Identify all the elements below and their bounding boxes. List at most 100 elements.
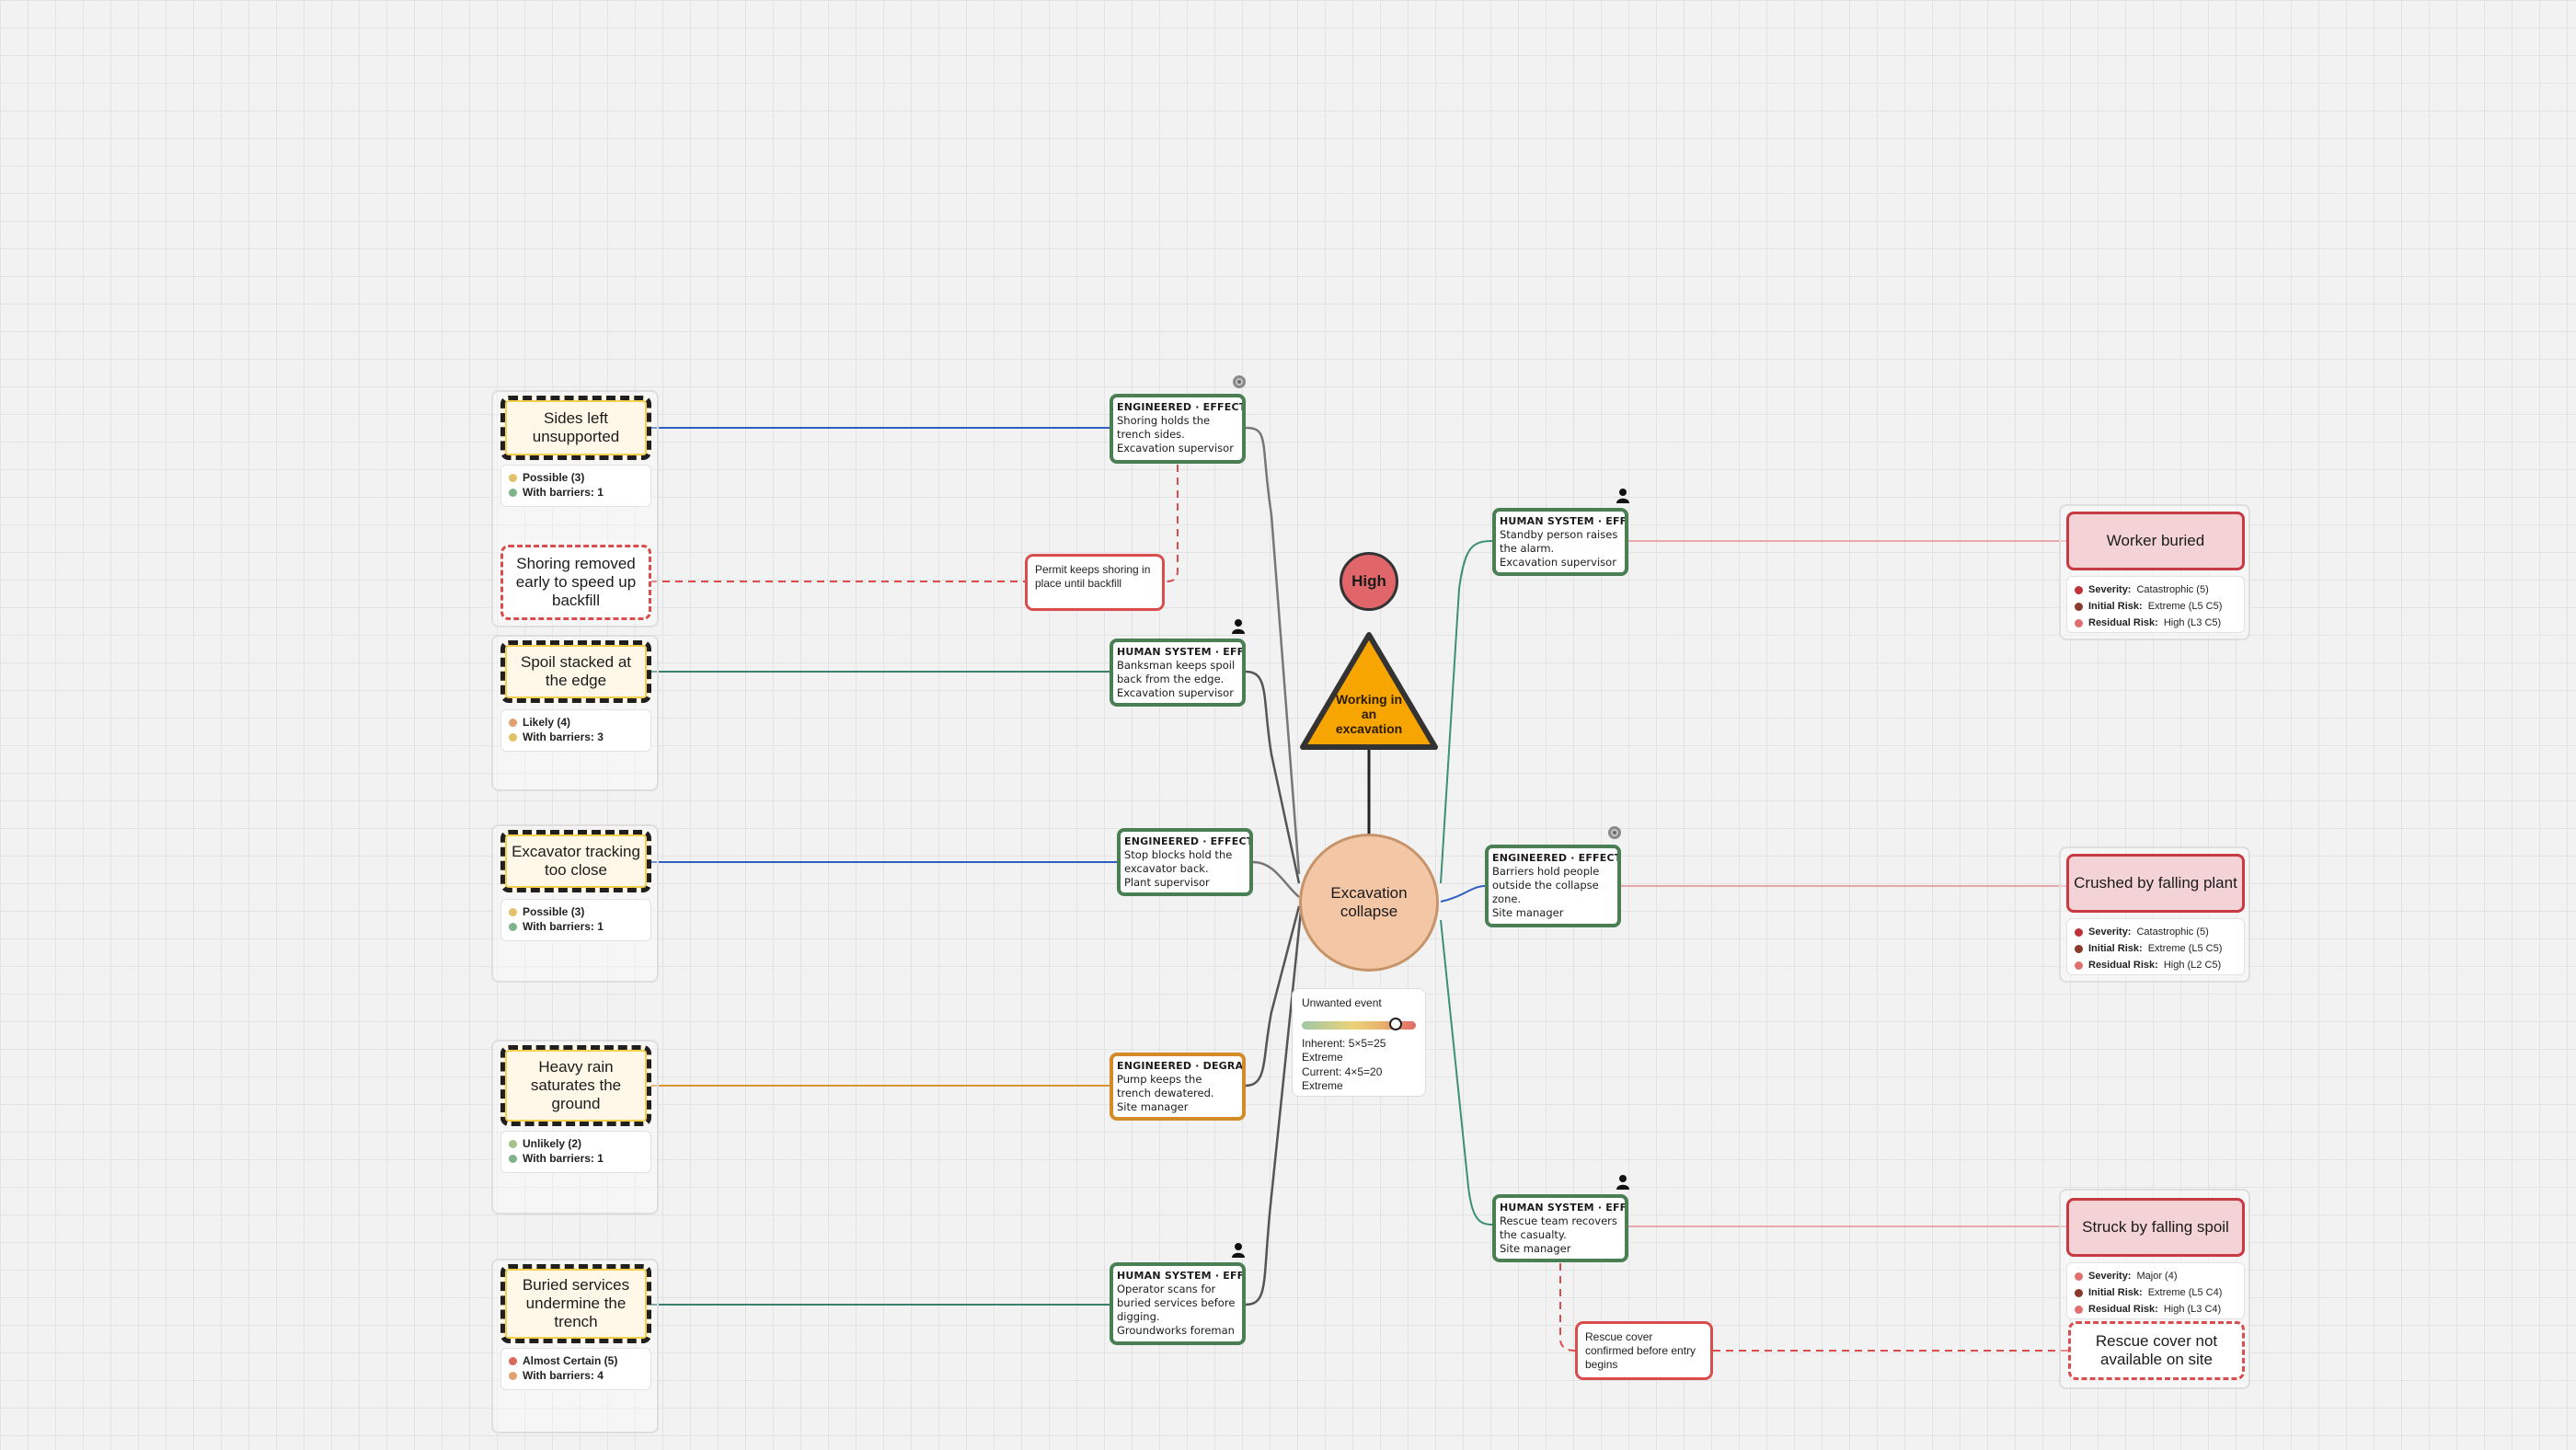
threat-info: Likely (4) With barriers: 3 [500, 709, 651, 752]
likelihood-text: Possible (3) [523, 905, 585, 918]
severity-dot [2075, 585, 2083, 594]
barrier-type: ENGINEERED · DEGRADED [1117, 1060, 1244, 1072]
threat-label: Spoil stacked at the edge [520, 653, 631, 689]
hazard-label: Working in an excavation [1335, 692, 1403, 736]
mitigation-wire [1440, 540, 1493, 884]
escalation-wire [1559, 1263, 1576, 1352]
barrier-count-text: With barriers: 3 [523, 731, 604, 743]
threat-node[interactable]: Excavator tracking too close [500, 830, 651, 892]
barriers-dot [509, 488, 517, 497]
barrier-type: HUMAN SYSTEM · EFFECTIVE [1117, 646, 1245, 658]
barrier-count-text: With barriers: 1 [523, 1152, 604, 1165]
prevention-wire [1245, 910, 1303, 1306]
initial-risk-dot [2075, 944, 2083, 953]
initial-risk-label: Initial Risk: [2088, 1287, 2143, 1298]
mitigation-barrier[interactable]: HUMAN SYSTEM · EFFECTIVE Rescue team rec… [1492, 1194, 1628, 1262]
residual-risk-label: Residual Risk: [2088, 960, 2158, 971]
escalation-factor-label: Rescue cover not available on site [2095, 1332, 2218, 1368]
barrier-owner: Site manager [1500, 1242, 1571, 1255]
likelihood-text: Possible (3) [523, 471, 585, 484]
escalation-barrier-text: Permit keeps shoring in place until back… [1035, 563, 1151, 590]
escalation-factor-node[interactable]: Rescue cover not available on site [2068, 1321, 2245, 1380]
barrier-description: Banksman keeps spoil back from the edge. [1117, 659, 1236, 685]
residual-risk-value: High (L2 C5) [2163, 960, 2222, 971]
severity-dot [2075, 927, 2083, 937]
consequence-node[interactable]: Struck by falling spoil [2066, 1198, 2245, 1257]
barriers-dot [509, 732, 517, 742]
likelihood-text: Almost Certain (5) [523, 1354, 618, 1367]
barrier-count-text: With barriers: 4 [523, 1369, 604, 1382]
barrier-description: Rescue team recovers the casualty. [1500, 1214, 1617, 1241]
likelihood-dot [509, 907, 517, 916]
mitigation-wire [1440, 919, 1493, 1226]
current-risk-level: Extreme [1302, 1079, 1343, 1092]
threat-node[interactable]: Spoil stacked at the edge [500, 640, 651, 703]
initial-risk-dot [2075, 1288, 2083, 1297]
gauge-knob [1388, 1017, 1402, 1030]
threat-label: Buried services undermine the trench [522, 1276, 630, 1330]
inherent-risk-level: Extreme [1302, 1051, 1343, 1064]
risk-gauge [1302, 1017, 1416, 1031]
barrier-type: ENGINEERED · EFFECTIVE [1124, 835, 1253, 847]
escalation-barrier-node[interactable]: Rescue cover confirmed before entry begi… [1575, 1321, 1713, 1380]
consequence-node[interactable]: Crushed by falling plant [2066, 854, 2245, 913]
barriers-dot [509, 1371, 517, 1380]
prevention-barrier[interactable]: HUMAN SYSTEM · EFFECTIVE Operator scans … [1110, 1262, 1246, 1345]
escalation-barrier-node[interactable]: Permit keeps shoring in place until back… [1025, 554, 1165, 611]
escalation-factor-label: Shoring removed early to speed up backfi… [515, 555, 637, 609]
threat-node[interactable]: Buried services undermine the trench [500, 1264, 651, 1343]
threat-node[interactable]: Heavy rain saturates the ground [500, 1045, 651, 1126]
severity-value: Catastrophic (5) [2136, 926, 2209, 938]
person-icon [1616, 489, 1629, 503]
card-title: Unwanted event [1302, 996, 1382, 1009]
barriers-dot [509, 922, 517, 931]
top-event-node[interactable]: Excavation collapse [1299, 834, 1439, 972]
barrier-owner: Site manager [1492, 906, 1564, 919]
escalation-wire [1164, 465, 1179, 582]
consequence-label: Crushed by falling plant [2074, 874, 2237, 892]
residual-risk-dot [2075, 1305, 2083, 1314]
severity-label: Severity: [2088, 584, 2132, 595]
barrier-description: Barriers hold people outside the collaps… [1492, 865, 1600, 905]
barrier-type: HUMAN SYSTEM · EFFECTIVE [1500, 1202, 1627, 1214]
residual-risk-label: Residual Risk: [2088, 1304, 2158, 1315]
threat-info: Almost Certain (5) With barriers: 4 [500, 1348, 651, 1390]
residual-risk-dot [2075, 961, 2083, 970]
consequence-label: Worker buried [2106, 532, 2205, 549]
risk-badge[interactable]: High [1340, 552, 1398, 611]
threat-node[interactable]: Sides left unsupported [500, 396, 651, 460]
prevention-barrier[interactable]: ENGINEERED · EFFECTIVE Shoring holds the… [1110, 394, 1246, 464]
severity-label: Severity: [2088, 1271, 2132, 1282]
severity-label: Severity: [2088, 926, 2132, 938]
prevention-barrier[interactable]: HUMAN SYSTEM · EFFECTIVE Banksman keeps … [1110, 639, 1246, 707]
escalation-factor-node[interactable]: Shoring removed early to speed up backfi… [500, 545, 651, 620]
prevention-barrier[interactable]: ENGINEERED · DEGRADED Pump keeps the tre… [1110, 1053, 1246, 1121]
prevention-wire [1245, 426, 1301, 875]
barrier-type: ENGINEERED · EFFECTIVE [1117, 401, 1246, 413]
barrier-owner: Plant supervisor [1124, 876, 1210, 889]
barrier-type: HUMAN SYSTEM · EFFECTIVE [1117, 1270, 1245, 1282]
likelihood-text: Unlikely (2) [523, 1137, 582, 1150]
barriers-dot [509, 1154, 517, 1163]
unwanted-event-card: Unwanted event Inherent: 5×5=25 Extreme … [1292, 988, 1426, 1097]
mitigation-barrier[interactable]: ENGINEERED · EFFECTIVE Barriers hold peo… [1485, 845, 1621, 927]
barrier-description: Stop blocks hold the excavator back. [1124, 848, 1233, 875]
threat-label: Excavator tracking too close [512, 843, 640, 879]
barrier-owner: Excavation supervisor [1117, 442, 1234, 455]
mitigation-barrier[interactable]: HUMAN SYSTEM · EFFECTIVE Standby person … [1492, 508, 1628, 576]
likelihood-dot [509, 718, 517, 727]
barrier-description: Standby person raises the alarm. [1500, 528, 1618, 555]
current-risk-line: Current: 4×5=20 [1302, 1064, 1383, 1078]
gear-icon [1608, 826, 1621, 839]
residual-risk-value: High (L3 C4) [2163, 1304, 2222, 1315]
barrier-description: Operator scans for buried services befor… [1117, 1283, 1236, 1323]
consequence-node[interactable]: Worker buried [2066, 512, 2245, 570]
residual-risk-dot [2075, 618, 2083, 627]
severity-value: Major (4) [2136, 1271, 2178, 1282]
top-event-label: Excavation collapse [1330, 884, 1408, 920]
prevention-barrier[interactable]: ENGINEERED · EFFECTIVE Stop blocks hold … [1117, 828, 1253, 896]
initial-risk-label: Initial Risk: [2088, 601, 2143, 612]
initial-risk-label: Initial Risk: [2088, 943, 2143, 954]
consequence-info: Severity: Catastrophic (5) Initial Risk: E… [2066, 918, 2245, 975]
barrier-count-text: With barriers: 1 [523, 920, 604, 933]
